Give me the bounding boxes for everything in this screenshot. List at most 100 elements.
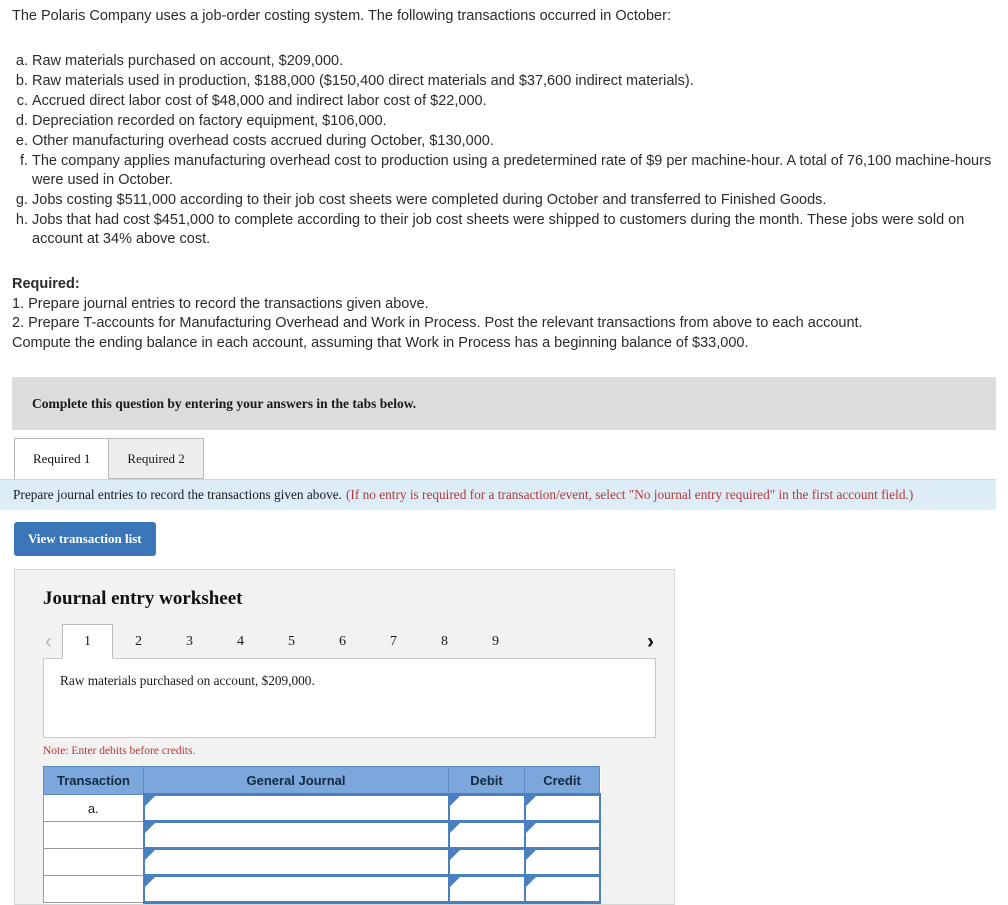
required-line-3: Compute the ending balance in each accou… — [12, 334, 749, 351]
pager-tab-3[interactable]: 3 — [164, 624, 215, 658]
pager-tab-5[interactable]: 5 — [266, 624, 317, 658]
table-row: a. — [43, 793, 601, 823]
instruction-main: Prepare journal entries to record the tr… — [13, 487, 342, 502]
cell-general-journal-select[interactable] — [142, 793, 450, 823]
required-tabbar: Required 1 Required 2 — [14, 438, 1008, 479]
dropdown-marker-icon — [449, 796, 460, 806]
pager-tab-7-label: 7 — [390, 633, 397, 649]
column-header-debit: Debit — [448, 766, 525, 795]
dropdown-marker-icon — [449, 850, 460, 860]
problem-statement: The Polaris Company uses a job-order cos… — [0, 0, 1008, 353]
table-row — [43, 874, 601, 904]
table-row — [43, 820, 601, 850]
transaction-text: Depreciation recorded on factory equipme… — [32, 113, 387, 129]
cell-credit-input[interactable] — [523, 847, 601, 877]
dropdown-marker-icon — [144, 796, 155, 806]
transaction-letter: b. — [15, 73, 28, 89]
button-row: View transaction list — [0, 510, 1008, 556]
column-header-transaction: Transaction — [43, 766, 144, 795]
pager-tab-6[interactable]: 6 — [317, 624, 368, 658]
dropdown-marker-icon — [449, 823, 460, 833]
journal-entry-worksheet-panel: Journal entry worksheet ‹ 1 2 3 4 5 6 7 … — [14, 569, 675, 905]
worksheet-description-box: Raw materials purchased on account, $209… — [43, 658, 656, 738]
worksheet-description-text: Raw materials purchased on account, $209… — [60, 673, 315, 688]
cell-credit-input[interactable] — [523, 820, 601, 850]
instruction-note: (If no entry is required for a transacti… — [345, 487, 914, 502]
pager-tab-9-label: 9 — [492, 633, 499, 649]
transaction-letter: g. — [15, 192, 28, 208]
cell-debit-input[interactable] — [447, 820, 526, 850]
required-line-1: 1. Prepare journal entries to record the… — [12, 295, 429, 312]
list-item: b. Raw materials used in production, $18… — [12, 72, 996, 91]
cell-general-journal-select[interactable] — [142, 874, 450, 904]
cell-credit-input[interactable] — [523, 874, 601, 904]
chevron-left-icon[interactable]: ‹ — [43, 631, 62, 658]
transaction-text: Accrued direct labor cost of $48,000 and… — [32, 93, 487, 109]
transaction-list: a. Raw materials purchased on account, $… — [12, 52, 996, 249]
required-heading: Required: — [12, 276, 80, 292]
pager-tab-8-label: 8 — [441, 633, 448, 649]
pager-tab-9[interactable]: 9 — [470, 624, 521, 658]
pager-tab-7[interactable]: 7 — [368, 624, 419, 658]
transaction-letter: h. — [15, 212, 28, 228]
tab-required-1-label: Required 1 — [33, 450, 91, 466]
dropdown-marker-icon — [525, 823, 536, 833]
pager-tab-6-label: 6 — [339, 633, 346, 649]
cell-transaction[interactable] — [43, 875, 144, 903]
pager-tab-2-label: 2 — [135, 633, 142, 649]
pager-tab-4[interactable]: 4 — [215, 624, 266, 658]
view-transaction-list-button[interactable]: View transaction list — [14, 522, 156, 556]
pager-tab-1-label: 1 — [84, 633, 91, 649]
pager-tab-1[interactable]: 1 — [62, 624, 113, 659]
cell-general-journal-select[interactable] — [142, 820, 450, 850]
cell-credit-input[interactable] — [523, 793, 601, 823]
cell-general-journal-select[interactable] — [142, 847, 450, 877]
chevron-right-icon[interactable]: › — [637, 631, 656, 658]
worksheet-title: Journal entry worksheet — [43, 588, 243, 609]
list-item: h. Jobs that had cost $451,000 to comple… — [12, 211, 996, 249]
pager-tab-3-label: 3 — [186, 633, 193, 649]
dropdown-marker-icon — [525, 850, 536, 860]
column-header-credit: Credit — [524, 766, 600, 795]
required-block: Required: 1. Prepare journal entries to … — [12, 275, 996, 353]
transaction-text: Jobs costing $511,000 according to their… — [32, 192, 827, 208]
transaction-text: The company applies manufacturing overhe… — [32, 153, 992, 188]
transaction-text: Raw materials used in production, $188,0… — [32, 73, 694, 89]
list-item: c. Accrued direct labor cost of $48,000 … — [12, 92, 996, 111]
dropdown-marker-icon — [144, 823, 155, 833]
transaction-text: Raw materials purchased on account, $209… — [32, 53, 344, 69]
list-item: f. The company applies manufacturing ove… — [12, 152, 996, 190]
dropdown-marker-icon — [144, 850, 155, 860]
tab-required-2[interactable]: Required 2 — [108, 438, 204, 479]
list-item: g. Jobs costing $511,000 according to th… — [12, 191, 996, 210]
instruction-bar: Prepare journal entries to record the tr… — [0, 479, 996, 510]
cell-debit-input[interactable] — [447, 874, 526, 904]
transaction-letter: d. — [15, 113, 28, 129]
pager-tab-5-label: 5 — [288, 633, 295, 649]
tab-required-1[interactable]: Required 1 — [14, 438, 110, 479]
cell-transaction[interactable]: a. — [43, 794, 144, 822]
pager-tab-8[interactable]: 8 — [419, 624, 470, 658]
worksheet-pager: ‹ 1 2 3 4 5 6 7 8 9 › — [43, 624, 656, 659]
journal-entry-table: Transaction General Journal Debit Credit… — [43, 766, 601, 904]
cell-debit-input[interactable] — [447, 847, 526, 877]
transaction-letter: e. — [15, 133, 28, 149]
list-item: a. Raw materials purchased on account, $… — [12, 52, 996, 71]
cell-transaction[interactable] — [43, 848, 144, 876]
worksheet-note: Note: Enter debits before credits. — [43, 745, 196, 757]
list-item: d. Depreciation recorded on factory equi… — [12, 112, 996, 131]
pager-tab-2[interactable]: 2 — [113, 624, 164, 658]
cell-transaction[interactable] — [43, 821, 144, 849]
cell-debit-input[interactable] — [447, 793, 526, 823]
table-header-row: Transaction General Journal Debit Credit — [43, 766, 600, 795]
pager-tabs: 1 2 3 4 5 6 7 8 9 — [62, 624, 521, 659]
transaction-text: Other manufacturing overhead costs accru… — [32, 133, 494, 149]
list-item: e. Other manufacturing overhead costs ac… — [12, 132, 996, 151]
dropdown-marker-icon — [144, 877, 155, 887]
problem-intro: The Polaris Company uses a job-order cos… — [12, 8, 671, 24]
callout-banner: Complete this question by entering your … — [12, 377, 996, 430]
transaction-text: Jobs that had cost $451,000 to complete … — [32, 212, 965, 247]
dropdown-marker-icon — [525, 877, 536, 887]
transaction-letter: c. — [16, 93, 28, 109]
pager-tab-4-label: 4 — [237, 633, 244, 649]
